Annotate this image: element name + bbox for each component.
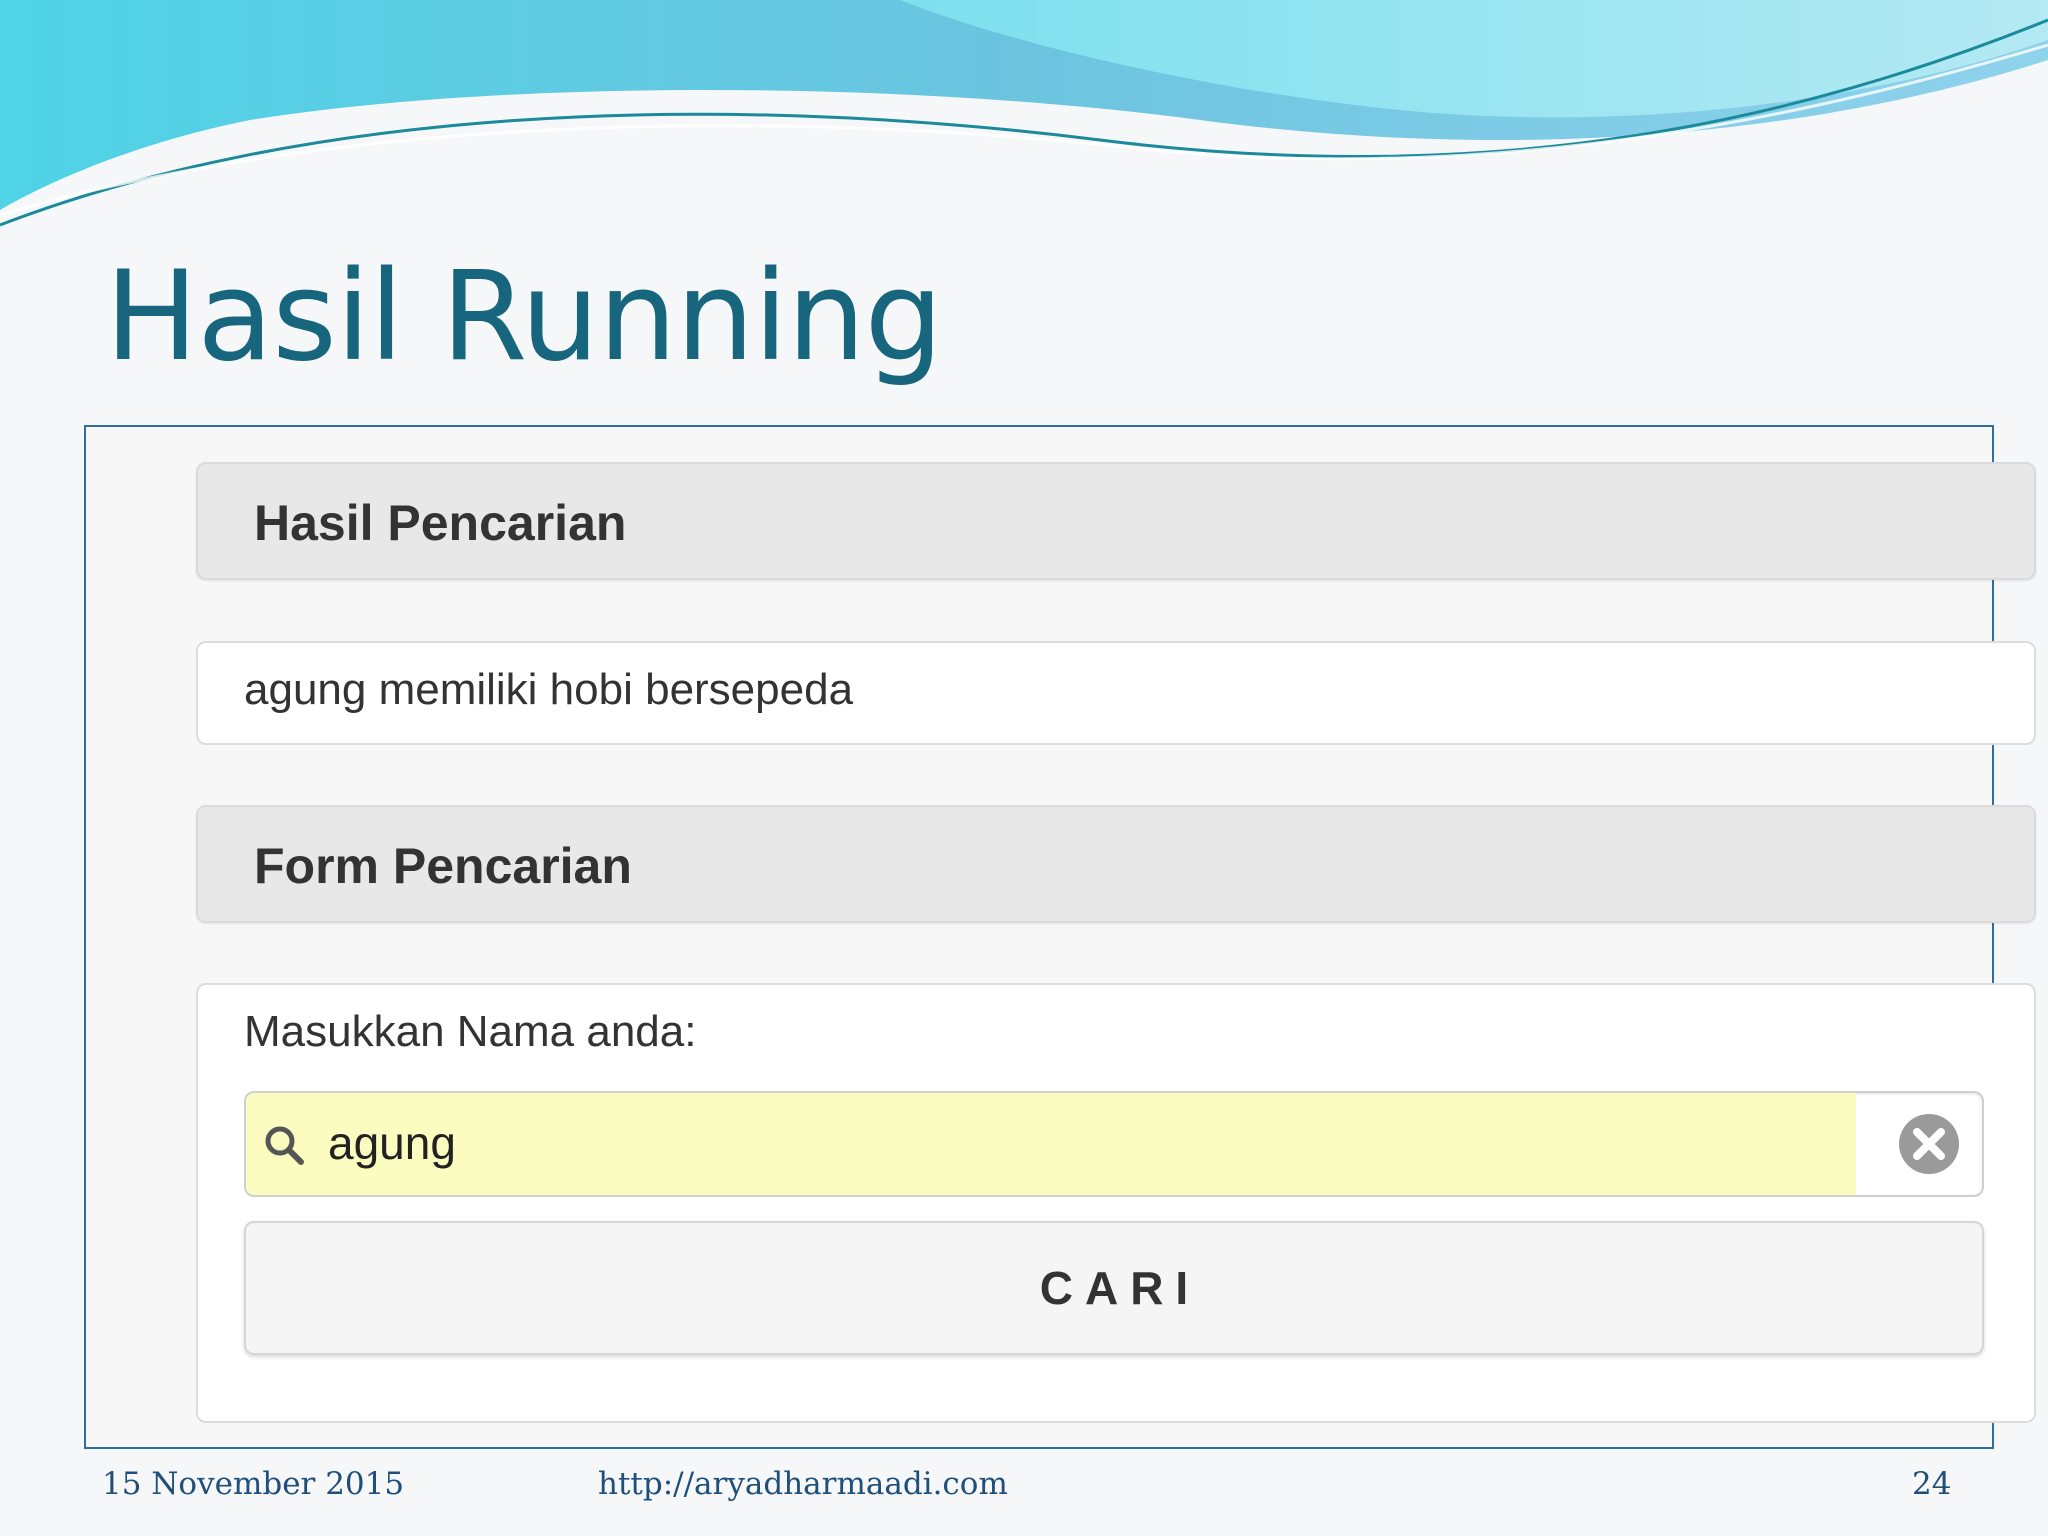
result-card: agung memiliki hobi bersepeda — [196, 641, 2036, 745]
form-header-bar: Form Pencarian — [196, 805, 2036, 923]
search-form-card: Masukkan Nama anda: CARI — [196, 983, 2036, 1423]
search-submit-button[interactable]: CARI — [244, 1221, 1984, 1355]
search-field[interactable] — [244, 1091, 1984, 1197]
page-number: 24 — [1912, 1466, 1952, 1502]
footer-date: 15 November 2015 — [102, 1466, 405, 1502]
result-text: agung memiliki hobi bersepeda — [244, 665, 854, 714]
slide-title: Hasil Running — [105, 245, 943, 389]
name-field-label: Masukkan Nama anda: — [244, 1007, 697, 1056]
form-header-title: Form Pencarian — [254, 838, 632, 894]
app-screenshot-frame: Hasil Pencarian agung memiliki hobi bers… — [84, 425, 2036, 1449]
header-wave-decoration — [0, 0, 2048, 227]
clear-icon[interactable] — [1896, 1111, 1962, 1177]
footer-url[interactable]: http://aryadharmaadi.com — [598, 1466, 1008, 1502]
results-header-bar: Hasil Pencarian — [196, 462, 2036, 580]
results-header-title: Hasil Pencarian — [254, 495, 627, 551]
search-input[interactable] — [328, 1107, 1828, 1179]
search-icon — [265, 1126, 304, 1165]
